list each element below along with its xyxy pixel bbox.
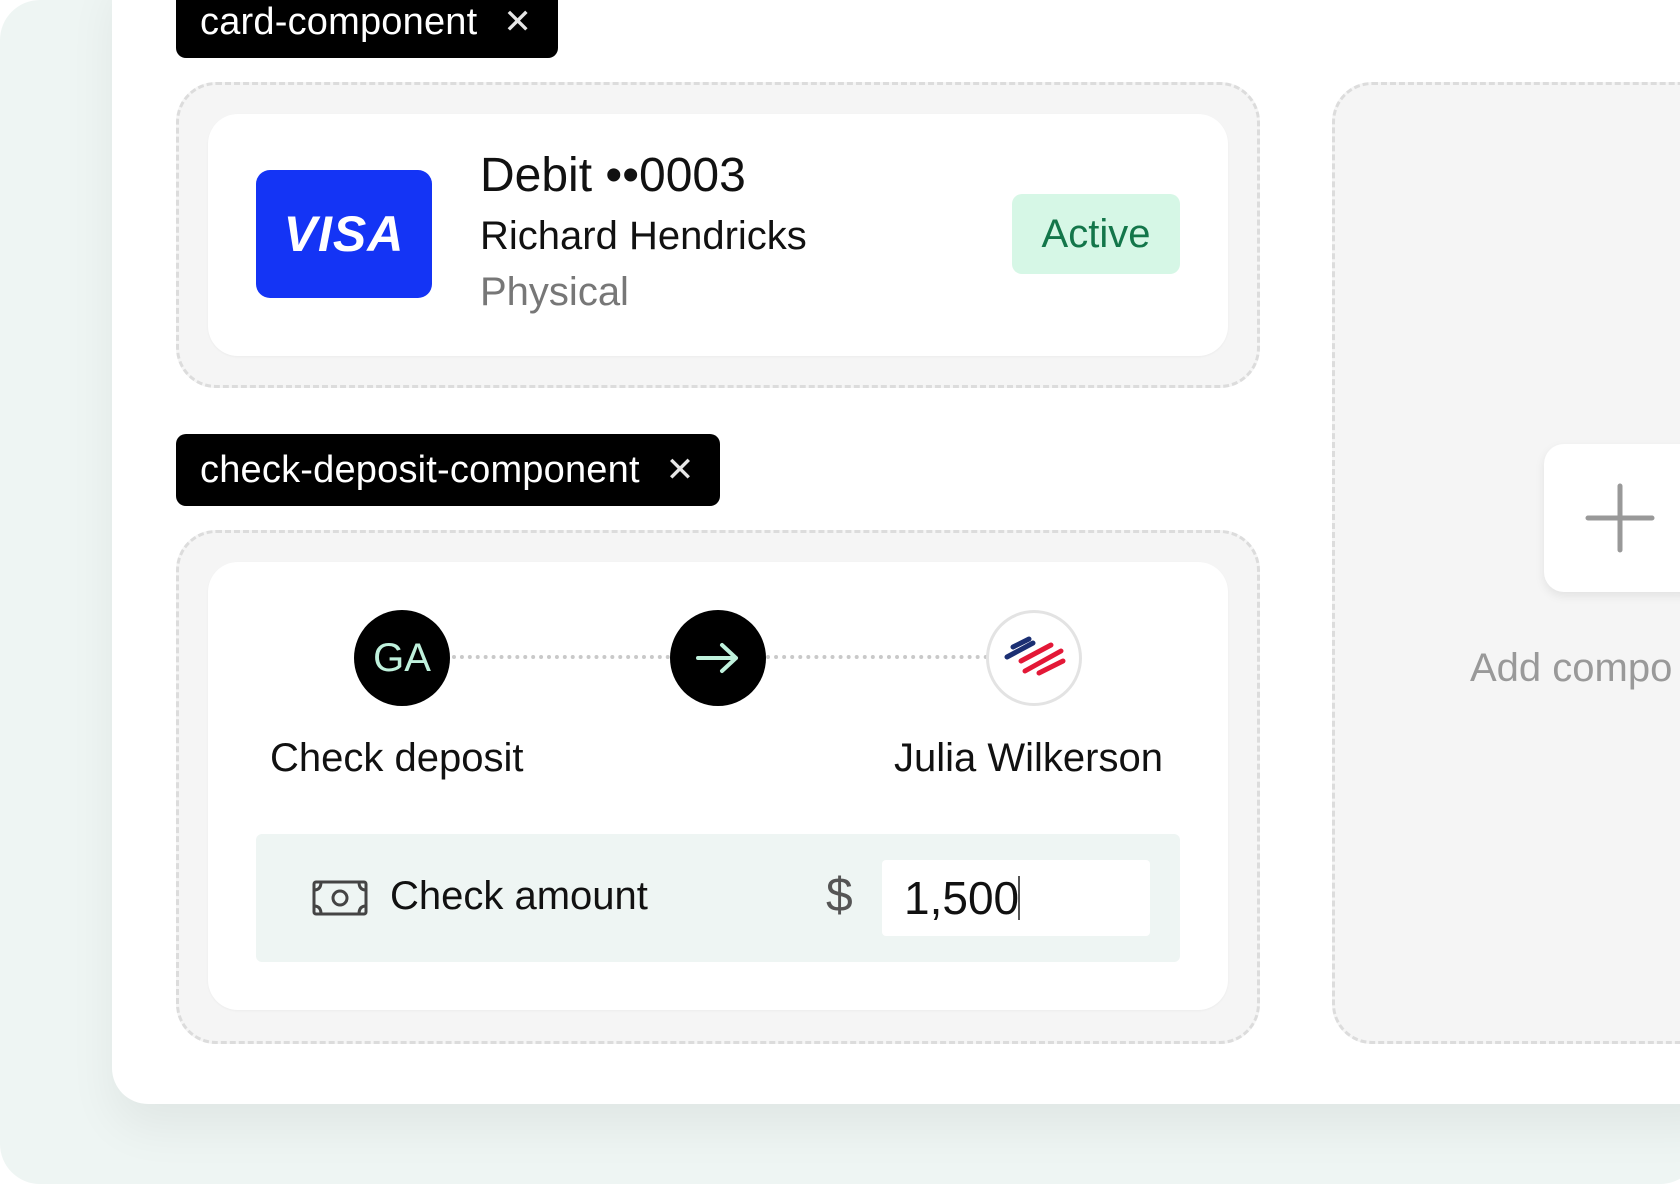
source-label: Check deposit [270, 736, 524, 780]
recipient-label: Julia Wilkerson [894, 736, 1163, 780]
currency-symbol: $ [826, 869, 853, 922]
card-component-tag: card-component ✕ [176, 0, 559, 58]
add-component-label: Add compo [1470, 646, 1673, 690]
add-component-button[interactable] [1544, 444, 1680, 592]
card-type: Physical [480, 270, 629, 314]
flow-connector [766, 655, 988, 659]
source-initials: GA [373, 635, 431, 680]
close-icon[interactable]: ✕ [666, 453, 695, 487]
plus-icon [1585, 483, 1655, 553]
visa-logo: VISA [256, 170, 432, 298]
status-badge: Active [1012, 194, 1180, 274]
tag-label: check-deposit-component [200, 448, 640, 491]
arrow-right-icon [670, 610, 766, 706]
check-deposit-component-tag: check-deposit-component ✕ [176, 434, 721, 506]
check-amount-input[interactable] [882, 860, 1150, 936]
check-amount-row: Check amount $ [256, 834, 1180, 962]
tag-label: card-component [200, 0, 478, 43]
check-amount-label: Check amount [390, 874, 648, 918]
money-icon [312, 880, 368, 921]
card-holder-name: Richard Hendricks [480, 214, 807, 258]
source-avatar: GA [354, 610, 450, 706]
flow-connector [452, 655, 670, 659]
close-icon[interactable]: ✕ [503, 5, 532, 39]
text-caret [1018, 876, 1020, 920]
bank-logo [986, 610, 1082, 706]
card-title: Debit ••0003 [480, 149, 746, 202]
